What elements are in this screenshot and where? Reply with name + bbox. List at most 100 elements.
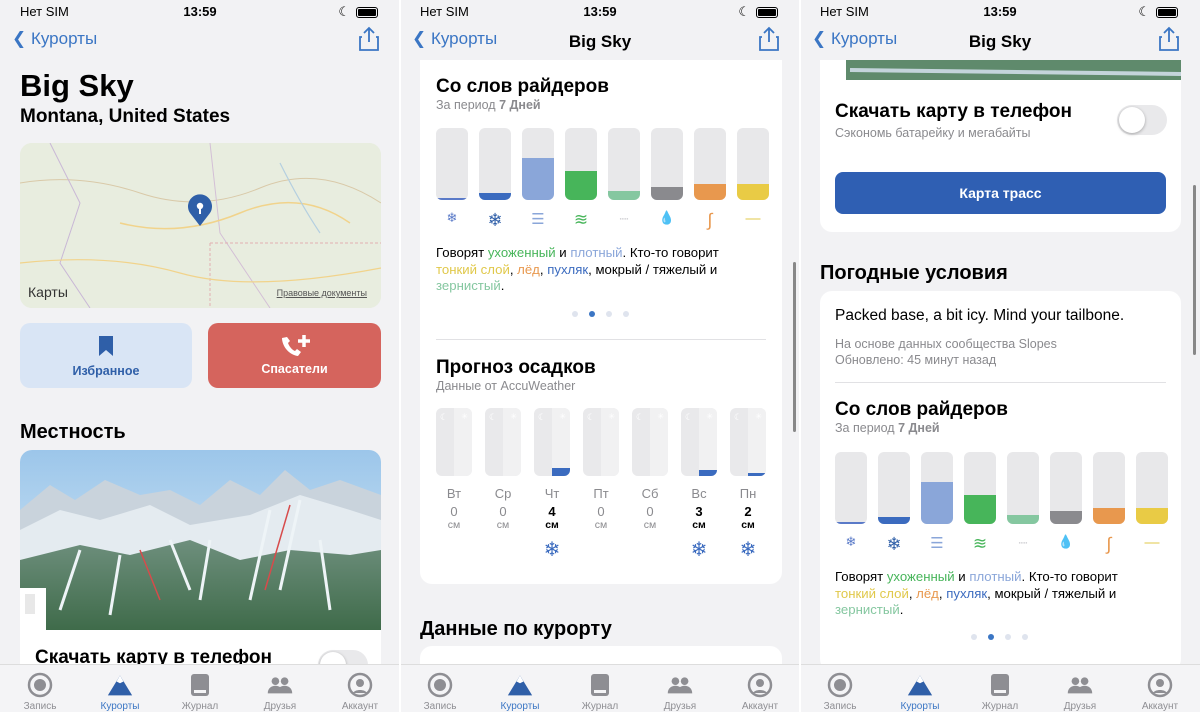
page-dots[interactable] — [971, 634, 1028, 640]
forecast-day: ☾ ✳ Пн 2 см ❄ — [730, 408, 766, 561]
account-icon — [747, 672, 773, 698]
weather-report: Packed base, a bit icy. Mind your tailbo… — [835, 307, 1125, 324]
status-bar: Нет SIM 13:59 ☾ — [800, 0, 1200, 24]
snow-condition-word: плотный — [570, 245, 623, 260]
download-subtitle: Сэкономь батарейку и мегабайты — [835, 126, 1031, 140]
sun-icon: ✳ — [706, 412, 713, 421]
riders-bar — [737, 128, 769, 200]
tab-account[interactable]: Аккаунт — [720, 665, 800, 712]
sun-icon: ✳ — [755, 412, 762, 421]
tab-record[interactable]: Запись — [400, 665, 480, 712]
screen-resort-overview: Нет SIM 13:59 ☾ ❮ Курорты Big Sky Montan… — [0, 0, 400, 712]
tab-journal[interactable]: Журнал — [960, 665, 1040, 712]
precip-bar: ☾ ✳ — [534, 408, 570, 476]
bookmark-icon — [99, 336, 113, 356]
mountain-icon — [507, 675, 533, 696]
forecast-unit: см — [643, 519, 657, 531]
favorite-label: Избранное — [72, 364, 140, 378]
moon-icon: ☾ — [538, 412, 547, 422]
riders-bar — [964, 452, 996, 524]
trail-map-image[interactable] — [20, 450, 381, 630]
weather-source: На основе данных сообщества Slopes — [835, 337, 1057, 351]
battery-icon: ☾ — [1138, 4, 1178, 20]
riders-bar — [436, 128, 468, 200]
trail-map-image[interactable] — [820, 60, 1181, 80]
legal-link[interactable]: Правовые документы — [277, 288, 367, 298]
tab-resorts[interactable]: Курорты — [880, 665, 960, 712]
forecast-day: ☾ ✳ Ср 0 см — [485, 408, 521, 559]
tab-friends[interactable]: Друзья — [240, 665, 320, 712]
packed-icon: ☰ — [531, 211, 545, 228]
tab-journal[interactable]: Журнал — [560, 665, 640, 712]
snow-condition-word: плотный — [969, 569, 1022, 584]
page-dots[interactable] — [572, 311, 629, 317]
share-icon[interactable] — [758, 26, 780, 52]
favorite-button[interactable]: Избранное — [20, 323, 192, 388]
tab-resorts[interactable]: Курорты — [80, 665, 160, 712]
riders-bars — [436, 128, 769, 200]
book-icon — [591, 674, 609, 696]
riders-bar — [522, 128, 554, 200]
groomed-icon: ≋ — [573, 210, 589, 229]
forecast-day: ☾ ✳ Чт 4 см ❄ — [534, 408, 570, 561]
scroll-indicator[interactable] — [793, 262, 796, 432]
screen-divider — [799, 0, 801, 712]
riders-bars — [835, 452, 1168, 524]
forecast-unit: см — [741, 519, 755, 531]
snowflake-icon — [436, 537, 472, 559]
forecast-day-name: Пн — [739, 486, 757, 501]
forecast-amount: 0 — [597, 504, 605, 519]
snowflake-icon: ❄ — [690, 539, 708, 561]
download-toggle[interactable] — [1117, 105, 1167, 135]
riders-bar — [1093, 452, 1125, 524]
riders-bar — [608, 128, 640, 200]
resort-location: Montana, United States — [20, 106, 231, 127]
moon-icon: ☾ — [587, 412, 596, 422]
riders-bar-fill — [964, 495, 996, 524]
riders-bar — [1007, 452, 1039, 524]
location-pin-icon[interactable] — [186, 193, 214, 227]
riders-bar-fill — [651, 187, 683, 200]
forecast-day-name: Сб — [641, 486, 659, 501]
riders-title: Со слов райдеров — [835, 399, 1008, 420]
precip-source: Данные от AccuWeather — [436, 379, 576, 393]
riders-summary: Говорят ухоженный и плотный. Кто-то гово… — [436, 245, 766, 295]
map-preview[interactable]: Карты Правовые документы — [20, 143, 381, 308]
trail-map-button[interactable]: Карта трасс — [835, 172, 1166, 214]
riders-bar-fill — [565, 171, 597, 200]
share-icon[interactable] — [358, 26, 380, 52]
tab-account[interactable]: Аккаунт — [320, 665, 400, 712]
summary-text: , мокрый / тяжелый и — [987, 585, 1117, 601]
battery-icon: ☾ — [738, 4, 778, 20]
tab-account[interactable]: Аккаунт — [1120, 665, 1200, 712]
mountain-icon — [907, 675, 933, 696]
tab-record[interactable]: Запись — [0, 665, 80, 712]
account-icon — [1147, 672, 1173, 698]
tab-journal[interactable]: Журнал — [160, 665, 240, 712]
summary-text: . Кто-то говорит — [622, 245, 719, 260]
riders-bar — [694, 128, 726, 200]
summary-text: и — [954, 569, 970, 584]
tab-record[interactable]: Запись — [800, 665, 880, 712]
scroll-indicator[interactable] — [1193, 185, 1196, 355]
thin-layer-icon: — — [1144, 534, 1160, 551]
snow-condition-word: лёд — [517, 261, 540, 277]
forecast-day: ☾ ✳ Пт 0 см — [583, 408, 619, 559]
back-button[interactable]: ❮ Курорты — [12, 29, 97, 49]
tab-friends[interactable]: Друзья — [640, 665, 720, 712]
moon-icon: ☾ — [440, 412, 449, 422]
wet-heavy-icon: 💧 — [1057, 534, 1075, 549]
tab-resorts[interactable]: Курорты — [480, 665, 560, 712]
nav-title: Big Sky — [968, 32, 1032, 51]
riders-bar-fill — [436, 197, 468, 200]
share-icon[interactable] — [1158, 26, 1180, 52]
tab-friends[interactable]: Друзья — [1040, 665, 1120, 712]
forecast-unit: см — [496, 519, 510, 531]
riders-title: Со слов райдеров — [436, 76, 609, 97]
riders-icons: ❄ ❄ ☰ ≋ ┈ 💧 ∫ — — [436, 210, 769, 231]
snowflake-icon: ❄ — [487, 210, 503, 230]
mountain-icon — [107, 675, 133, 696]
forecast-day-name: Вт — [446, 486, 462, 501]
forecast-amount: 0 — [646, 504, 654, 519]
rescue-button[interactable]: Спасатели — [208, 323, 381, 388]
